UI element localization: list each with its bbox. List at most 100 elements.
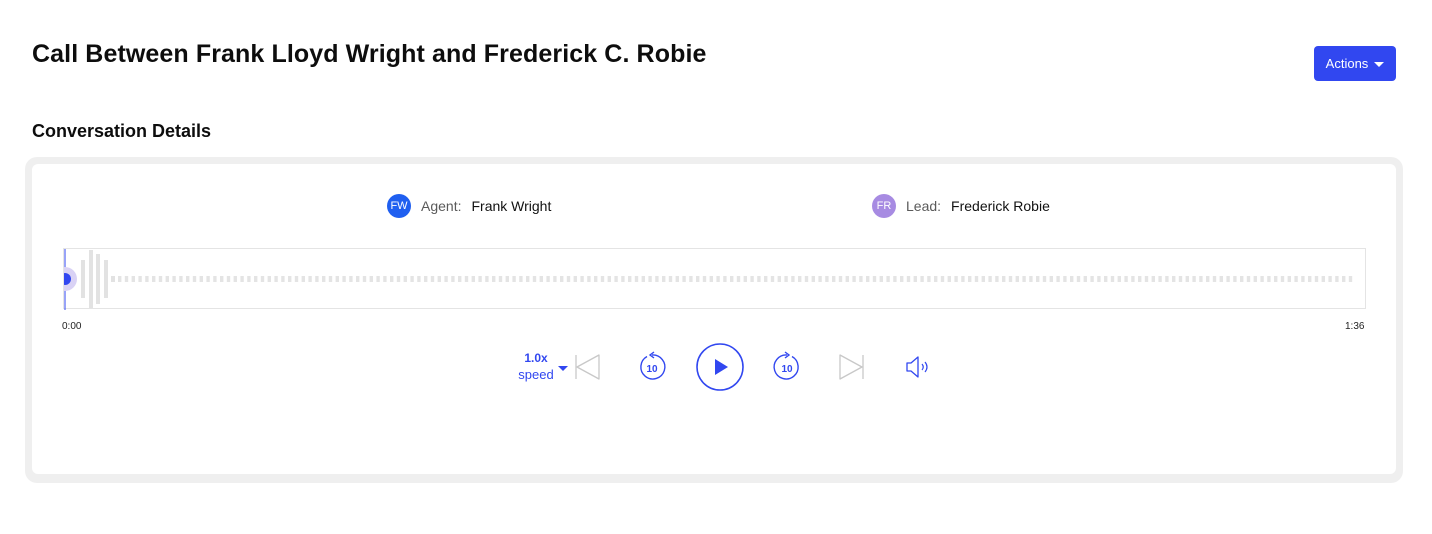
chevron-down-icon — [558, 366, 568, 371]
waveform-bar — [736, 276, 741, 282]
waveform-bar — [179, 276, 183, 282]
waveform-bar — [240, 276, 244, 282]
waveform-bar — [1294, 276, 1298, 282]
waveform-bar — [1233, 276, 1237, 282]
waveform-bar — [1274, 276, 1278, 282]
agent-info: FW Agent: Frank Wright — [387, 194, 551, 218]
speed-value: 1.0x — [524, 351, 548, 365]
waveform-bar — [730, 276, 734, 282]
waveform-bar — [723, 276, 727, 282]
waveform-bar — [81, 260, 85, 298]
waveform-bar — [675, 276, 679, 282]
waveform-bar — [920, 276, 924, 282]
waveform-bar — [233, 276, 237, 282]
waveform-bar — [689, 276, 693, 282]
waveform-bar — [1301, 276, 1305, 282]
waveform-bar — [1022, 276, 1026, 282]
waveform-bar — [1042, 276, 1047, 282]
waveform-bar — [961, 276, 965, 282]
skip-to-end-icon[interactable] — [838, 354, 866, 380]
volume-icon[interactable] — [905, 355, 933, 379]
waveform-bar — [696, 276, 700, 282]
waveform-bar — [634, 276, 639, 282]
waveform-bar — [1063, 276, 1067, 282]
waveform-bar — [192, 276, 197, 282]
waveform-bar — [757, 276, 761, 282]
waveform-bar — [539, 276, 543, 282]
waveform-bar — [485, 276, 489, 282]
waveform-bar — [1308, 276, 1312, 282]
waveform-bar — [369, 276, 373, 282]
waveform-bar — [1015, 276, 1019, 282]
waveform-bar — [362, 276, 367, 282]
waveform-bar — [1328, 276, 1332, 282]
waveform-bar — [1267, 276, 1271, 282]
waveform-bar — [804, 276, 809, 282]
waveform-scrubber[interactable] — [63, 248, 1366, 310]
waveform-bar — [1287, 276, 1291, 282]
waveform-bar — [498, 276, 503, 282]
waveform-bar — [798, 276, 802, 282]
waveform-bar — [1342, 276, 1346, 282]
waveform-bar — [913, 276, 917, 282]
waveform-bar — [1314, 276, 1319, 282]
waveform-bar — [199, 276, 203, 282]
waveform-bar — [1185, 276, 1189, 282]
current-time: 0:00 — [62, 321, 82, 332]
waveform-bar — [764, 276, 768, 282]
actions-dropdown-button[interactable]: Actions — [1314, 46, 1396, 81]
waveform-bar — [968, 276, 972, 282]
waveform-bar — [1131, 276, 1135, 282]
waveform-bar — [1158, 276, 1162, 282]
waveform-bar — [1321, 276, 1325, 282]
waveform-bar — [893, 276, 897, 282]
waveform-bar — [458, 276, 462, 282]
waveform-bar — [1260, 276, 1264, 282]
playback-controls: 1.0x speed 10 10 — [32, 339, 1396, 399]
waveform-bar — [247, 276, 251, 282]
speed-selector[interactable]: 1.0x speed — [506, 351, 568, 382]
waveform-bar — [417, 276, 421, 282]
waveform-bar — [1212, 276, 1217, 282]
waveform-bar — [512, 276, 516, 282]
waveform-bar — [451, 276, 455, 282]
waveform-bar — [254, 276, 258, 282]
waveform-bar — [1178, 276, 1183, 282]
waveform-bar — [852, 276, 856, 282]
waveform-bar — [995, 276, 999, 282]
forward-10-icon[interactable]: 10 — [771, 351, 803, 383]
waveform-bar — [621, 276, 625, 282]
waveform-bar — [709, 276, 713, 282]
agent-name: Frank Wright — [471, 198, 552, 214]
waveform-bar — [743, 276, 747, 282]
waveform-bar — [879, 276, 883, 282]
skip-to-start-icon[interactable] — [573, 354, 601, 380]
duration-time: 1:36 — [1345, 321, 1365, 332]
waveform-bar — [811, 276, 815, 282]
waveform-bar — [1097, 276, 1101, 282]
waveform-bar — [716, 276, 720, 282]
waveform-bar — [138, 276, 142, 282]
rewind-10-icon[interactable]: 10 — [636, 351, 668, 383]
waveform-bar — [383, 276, 387, 282]
waveform-bar — [1144, 276, 1149, 282]
section-title: Conversation Details — [32, 121, 212, 141]
waveform-bar — [750, 276, 754, 282]
waveform-bar — [628, 276, 632, 282]
waveform-bar — [118, 276, 122, 282]
play-button[interactable] — [695, 342, 745, 392]
waveform-bar — [152, 276, 156, 282]
waveform-bar — [886, 276, 890, 282]
waveform-bar — [220, 276, 224, 282]
actions-button-label: Actions — [1325, 56, 1369, 71]
waveform-bar — [288, 276, 292, 282]
waveform-bar — [322, 276, 326, 282]
waveform-bar — [580, 276, 584, 282]
lead-info: FR Lead: Frederick Robie — [872, 194, 1050, 218]
waveform-bar — [478, 276, 482, 282]
waveform — [64, 249, 1353, 310]
waveform-bar — [1226, 276, 1230, 282]
waveform-bar — [974, 276, 979, 282]
waveform-bar — [940, 276, 945, 282]
waveform-bar — [131, 276, 135, 282]
